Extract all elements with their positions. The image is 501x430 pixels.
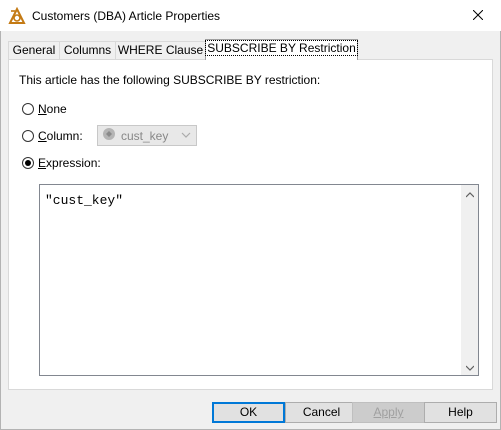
close-button[interactable]	[455, 0, 501, 31]
chevron-up-icon	[465, 187, 474, 201]
window-title: Customers (DBA) Article Properties	[32, 9, 221, 23]
radio-expression[interactable]: Expression:	[22, 156, 101, 170]
sybase-article-icon	[8, 6, 26, 25]
apply-label: Apply	[373, 405, 404, 419]
tab-where-clause-label: WHERE Clause	[117, 43, 204, 57]
radio-none-circle[interactable]	[22, 103, 34, 115]
radio-expression-label: Expression:	[38, 156, 101, 170]
expression-editor[interactable]: "cust_key"	[39, 184, 479, 376]
tab-subscribe-by-label: SUBSCRIBE BY Restriction	[205, 40, 358, 56]
radio-expression-circle[interactable]	[22, 157, 34, 169]
scroll-up-arrow[interactable]	[461, 185, 478, 202]
column-select-value: cust_key	[121, 128, 169, 143]
tab-general[interactable]: General	[8, 41, 60, 59]
chevron-down-icon	[181, 129, 191, 144]
radio-none[interactable]: None	[22, 102, 67, 116]
radio-column-label: Column:	[38, 129, 83, 143]
column-icon	[102, 127, 116, 144]
radio-none-label: None	[38, 102, 67, 116]
radio-column[interactable]: Column:	[22, 129, 83, 143]
expression-text[interactable]: "cust_key"	[45, 193, 123, 208]
ok-button[interactable]: OK	[212, 402, 285, 423]
apply-button[interactable]: Apply	[352, 402, 425, 423]
close-icon	[472, 9, 484, 23]
restriction-description: This article has the following SUBSCRIBE…	[19, 73, 321, 87]
tab-columns[interactable]: Columns	[59, 41, 116, 59]
tab-general-label: General	[12, 43, 56, 57]
scroll-down-arrow[interactable]	[461, 358, 478, 375]
vertical-scrollbar[interactable]	[461, 185, 478, 375]
tab-where-clause[interactable]: WHERE Clause	[115, 41, 206, 59]
cancel-button[interactable]: Cancel	[285, 402, 358, 423]
tab-subscribe-by-restriction[interactable]: SUBSCRIBE BY Restriction	[205, 39, 358, 60]
chevron-down-icon	[465, 360, 474, 374]
tab-columns-label: Columns	[63, 43, 112, 57]
radio-column-circle[interactable]	[22, 130, 34, 142]
title-bar[interactable]: Customers (DBA) Article Properties	[0, 0, 501, 31]
column-select[interactable]: cust_key	[97, 125, 197, 146]
help-button[interactable]: Help	[424, 402, 497, 423]
